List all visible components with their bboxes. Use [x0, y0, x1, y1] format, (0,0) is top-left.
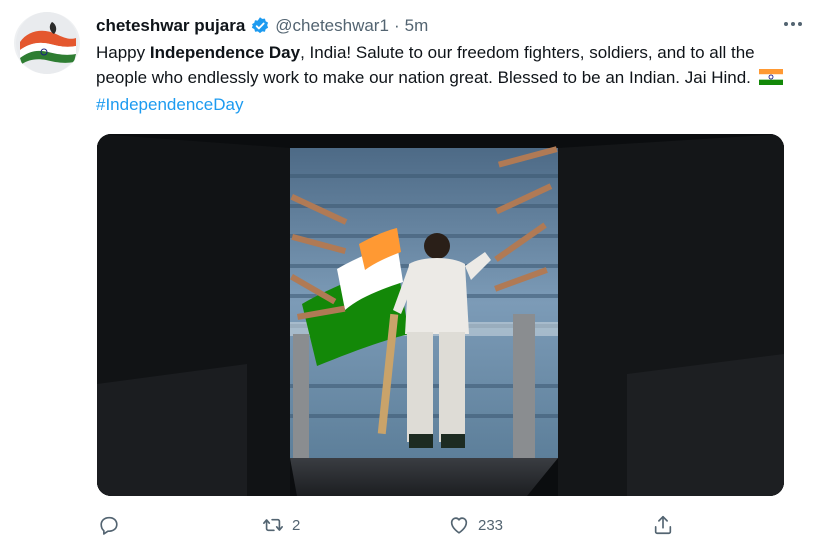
- tweet-timestamp[interactable]: 5m: [405, 16, 429, 36]
- reply-icon: [100, 516, 118, 535]
- tweet-card[interactable]: cheteshwar pujara @cheteshwar1 · 5m Happ…: [0, 0, 827, 551]
- author-handle[interactable]: @cheteshwar1: [275, 16, 389, 36]
- author-name[interactable]: cheteshwar pujara: [96, 16, 245, 36]
- tweet-text-bold: Independence Day: [149, 43, 301, 62]
- tweet-header: cheteshwar pujara @cheteshwar1 · 5m: [96, 14, 807, 38]
- reply-button[interactable]: [98, 510, 128, 540]
- tweet-photo[interactable]: [97, 134, 784, 496]
- tweet-text: Happy Independence Day, India! Salute to…: [96, 40, 796, 117]
- like-count: 233: [478, 516, 504, 534]
- retweet-icon: [263, 518, 283, 532]
- cricket-tunnel-photo: [97, 134, 784, 496]
- retweet-count: 2: [292, 516, 301, 534]
- tweet-text-part1: Happy: [96, 43, 150, 62]
- tweet-actions: 2 233: [96, 510, 827, 540]
- like-button[interactable]: 233: [448, 510, 503, 540]
- share-icon: [654, 515, 672, 535]
- verified-badge-icon: [250, 16, 270, 36]
- more-dots-icon: [784, 22, 802, 26]
- avatar-image: [16, 12, 78, 74]
- avatar[interactable]: [14, 12, 80, 74]
- india-flag-icon: [758, 67, 783, 92]
- header-separator: ·: [393, 16, 400, 35]
- more-options-button[interactable]: [781, 14, 805, 34]
- retweet-button[interactable]: 2: [262, 510, 300, 540]
- heart-icon: [450, 517, 468, 534]
- hashtag-link[interactable]: #IndependenceDay: [96, 95, 243, 114]
- share-button[interactable]: [652, 510, 674, 540]
